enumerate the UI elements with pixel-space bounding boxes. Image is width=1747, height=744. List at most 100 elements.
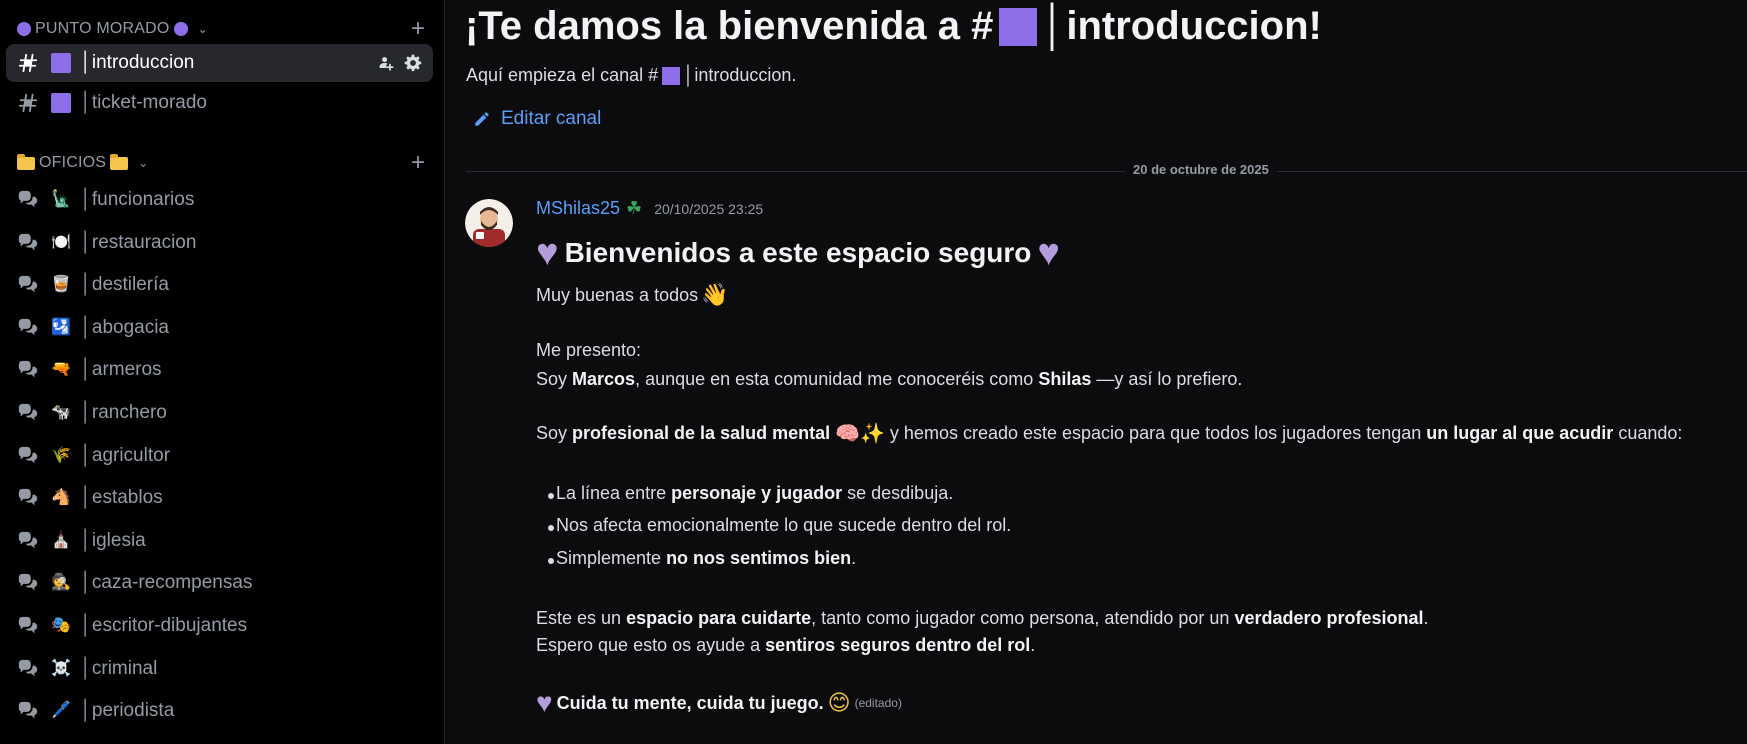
message-line: Me presento:	[536, 340, 642, 360]
avatar[interactable]	[465, 199, 513, 247]
message-greeting: Muy buenas a todos 👋	[536, 282, 729, 307]
create-channel-button[interactable]: +	[411, 151, 425, 175]
brain-icon: 🧠	[835, 422, 861, 445]
channel-item[interactable]: │introduccion	[6, 44, 433, 82]
create-channel-button[interactable]: +	[411, 17, 425, 41]
welcome-subtitle: Aquí empieza el canal # │introduccion.	[466, 65, 797, 85]
channel-name: │abogacia	[80, 316, 169, 338]
purple-circle-icon	[173, 22, 188, 36]
channel-item[interactable]: 🌾 │agricultor	[6, 437, 433, 475]
channel-emoji: ⛪	[51, 531, 71, 549]
channel-name: │caza-recompensas	[80, 572, 253, 594]
bullet-point	[548, 493, 554, 499]
channel-item[interactable]: 🕵️ │caza-recompensas	[6, 564, 433, 602]
channel-emoji: 🗽	[51, 191, 71, 208]
chevron-down-icon: ⌄	[197, 22, 208, 36]
folder-icon	[110, 153, 129, 170]
channel-name: │periodista	[80, 700, 175, 722]
channel-name: │agricultor	[80, 444, 171, 466]
forum-icon	[16, 614, 40, 638]
forum-icon	[16, 699, 40, 723]
channel-emoji: 🕵️	[51, 574, 71, 592]
user-avatar-icon	[465, 199, 513, 247]
channel-item[interactable]: 🐴 │establos	[6, 479, 433, 517]
message-author[interactable]: MShilas25	[536, 198, 620, 219]
channel-item[interactable]: 🗽 │funcionarios	[6, 181, 433, 219]
channel-item[interactable]: ⛪ │iglesia	[6, 522, 433, 560]
forum-icon	[16, 188, 40, 212]
channel-emoji: ☠️	[51, 659, 71, 677]
channel-item[interactable]: 🎭 │escritor-dibujantes	[6, 607, 433, 645]
channel-emoji: 🖊️	[51, 702, 71, 720]
channel-item[interactable]: 🥃 │destilería	[6, 266, 433, 304]
message-heading: ♥ Bienvenidos a este espacio seguro ♥	[536, 232, 1060, 274]
message-timestamp[interactable]: 20/10/2025 23:25	[654, 201, 763, 217]
purple-circle-icon	[17, 22, 31, 36]
channel-name: │escritor-dibujantes	[80, 615, 248, 636]
welcome-title: ¡Te damos la bienvenida a # │introduccio…	[465, 4, 1322, 48]
channel-emoji: 🍽️	[51, 233, 71, 251]
edit-channel-button[interactable]: Editar canal	[473, 108, 601, 130]
hash-icon	[16, 51, 40, 75]
purple-heart-icon: ♥	[536, 687, 553, 718]
message-line: Espero que esto os ayude a sentiros segu…	[536, 635, 1036, 655]
channel-name: │criminal	[80, 657, 158, 679]
channel-name: │introduccion	[80, 52, 195, 73]
channel-item[interactable]: │ticket-morado	[6, 84, 433, 122]
list-item: Simplemente no nos sentimos bien .	[556, 548, 857, 568]
chevron-down-icon: ⌄	[138, 156, 149, 170]
channel-name: │establos	[80, 487, 163, 509]
list-item: Nos afecta emocionalmente lo que sucede …	[556, 515, 1012, 535]
channel-emoji: 🥃	[51, 276, 71, 294]
clover-badge-icon: ☘	[626, 198, 643, 218]
channel-name: │armeros	[80, 359, 162, 381]
purple-square-icon	[50, 52, 72, 74]
edit-channel-label: Editar canal	[501, 108, 602, 129]
add-member-icon[interactable]	[375, 53, 395, 73]
channel-item[interactable]: 🖊️ │periodista	[6, 692, 433, 730]
message-header: MShilas25 ☘ 20/10/2025 23:25	[536, 198, 763, 219]
channel-emoji: 🎭	[51, 617, 71, 634]
channel-item[interactable]: 🛂 │abogacia	[6, 309, 433, 347]
pencil-icon	[475, 112, 489, 126]
forum-icon	[16, 486, 40, 510]
forum-icon	[16, 571, 40, 595]
category-name: PUNTO MORADO	[35, 20, 170, 37]
forum-icon	[16, 401, 40, 425]
channel-name: │destilería	[80, 274, 169, 296]
channel-name: │funcionarios	[80, 189, 195, 210]
channel-name: │restauracion	[80, 231, 197, 253]
chat-area: ¡Te damos la bienvenida a # │introduccio…	[445, 0, 1747, 744]
bullet-point	[548, 525, 554, 531]
channel-emoji: 🔫	[51, 361, 71, 379]
forum-icon	[16, 529, 40, 553]
category-punto-morado[interactable]: PUNTO MORADO ⌄ +	[0, 14, 445, 44]
edited-label: (editado)	[854, 696, 902, 710]
purple-square-icon	[662, 66, 681, 85]
channel-sidebar: PUNTO MORADO ⌄ + │introduccion │ticket-mo…	[0, 0, 445, 744]
message-line: Este es un espacio para cuidarte , tanto…	[536, 608, 1429, 628]
bullet-point	[548, 558, 554, 564]
forum-icon	[16, 657, 40, 681]
channel-item[interactable]: 🐄 │ranchero	[6, 394, 433, 432]
channel-emoji: 🐴	[51, 489, 71, 507]
list-item: La línea entre personaje y jugador se de…	[556, 483, 954, 503]
channel-item[interactable]: 🔫 │armeros	[6, 351, 433, 389]
channel-emoji: 🌾	[51, 446, 71, 464]
purple-square-icon	[50, 92, 72, 114]
category-oficios[interactable]: OFICIOS ⌄ +	[0, 148, 445, 178]
folder-icon	[17, 153, 35, 170]
channel-emoji: 🐄	[51, 404, 71, 421]
channel-name: │ticket-morado	[80, 92, 207, 113]
sparkles-icon: ✨	[860, 422, 885, 445]
hash-icon	[16, 91, 40, 115]
message-closing: ♥ Cuida tu mente, cuida tu juego. 😊 (edi…	[536, 687, 902, 718]
channel-name: │iglesia	[80, 529, 146, 551]
purple-heart-icon: ♥	[536, 232, 559, 274]
channel-item[interactable]: 🍽️ │restauracion	[6, 224, 433, 262]
smiling-face-icon: 😊	[827, 690, 851, 715]
forum-icon	[16, 231, 40, 255]
gear-icon[interactable]	[403, 53, 423, 73]
forum-icon	[16, 273, 40, 297]
channel-item[interactable]: ☠️ │criminal	[6, 650, 433, 688]
